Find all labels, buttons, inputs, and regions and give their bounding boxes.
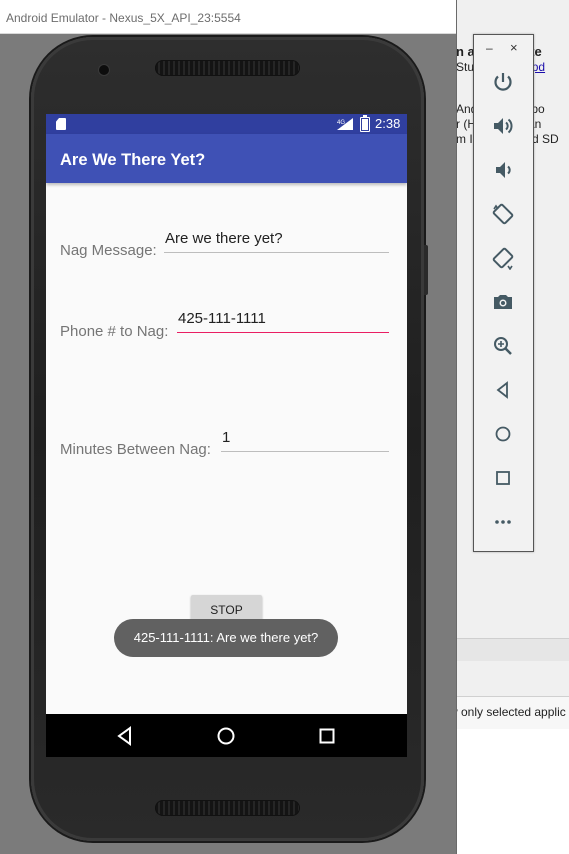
more-icon[interactable] — [491, 510, 515, 534]
background-status-text: w only selected applic — [455, 705, 566, 719]
sd-card-icon — [56, 118, 66, 130]
nav-back-icon[interactable] — [114, 725, 136, 747]
nav-overview-icon[interactable] — [316, 725, 338, 747]
volume-down-icon[interactable] — [491, 158, 515, 182]
background-status-row: w only selected applic — [455, 696, 569, 730]
svg-text:4G: 4G — [337, 120, 345, 126]
emulator-titlebar[interactable]: Android Emulator - Nexus_5X_API_23:5554 — [0, 0, 456, 34]
status-bar: 4G 2:38 — [46, 114, 407, 134]
phone-number-value: 425-111-1111 — [178, 310, 266, 327]
emulator-window: Android Emulator - Nexus_5X_API_23:5554 … — [0, 0, 457, 854]
volume-up-icon[interactable] — [491, 114, 515, 138]
camera-icon[interactable] — [491, 290, 515, 314]
phone-number-label: Phone # to Nag: — [60, 323, 169, 340]
background-panel — [455, 729, 569, 854]
phone-number-field[interactable]: 425-111-1111 — [177, 310, 389, 333]
front-camera — [99, 65, 109, 75]
nag-message-label: Nag Message: — [60, 242, 157, 259]
toast-message: 425-111-1111: Are we there yet? — [114, 619, 338, 657]
minutes-field[interactable]: 1 — [221, 429, 389, 452]
home-icon[interactable] — [491, 422, 515, 446]
bottom-speaker — [155, 800, 300, 816]
battery-icon — [360, 115, 370, 132]
power-icon[interactable] — [491, 70, 515, 94]
phone-screen: 4G 2:38 Are We There Yet? Nag Message: A… — [46, 114, 407, 757]
nag-message-field[interactable]: Are we there yet? — [164, 230, 389, 253]
background-divider — [455, 638, 569, 661]
app-bar: Are We There Yet? — [46, 134, 407, 183]
toolbar-minimize-button[interactable]: – — [486, 41, 493, 55]
zoom-icon[interactable] — [491, 334, 515, 358]
nag-message-value: Are we there yet? — [165, 230, 283, 247]
overview-icon[interactable] — [491, 466, 515, 490]
emulator-toolbar: – × — [473, 34, 534, 552]
nav-home-icon[interactable] — [215, 725, 237, 747]
signal-icon: 4G — [337, 118, 353, 130]
rotate-left-icon[interactable] — [491, 202, 515, 226]
toolbar-close-button[interactable]: × — [510, 40, 518, 55]
back-icon[interactable] — [491, 378, 515, 402]
phone-side-button — [424, 245, 428, 295]
bg-text-3a: m I — [456, 132, 473, 146]
navigation-bar — [46, 714, 407, 757]
rotate-right-icon[interactable] — [491, 246, 515, 270]
minutes-value: 1 — [222, 429, 231, 446]
minutes-label: Minutes Between Nag: — [60, 441, 211, 458]
status-clock: 2:38 — [375, 116, 401, 131]
emulator-title: Android Emulator - Nexus_5X_API_23:5554 — [6, 11, 241, 25]
app-title: Are We There Yet? — [60, 151, 206, 169]
top-speaker — [155, 60, 300, 76]
